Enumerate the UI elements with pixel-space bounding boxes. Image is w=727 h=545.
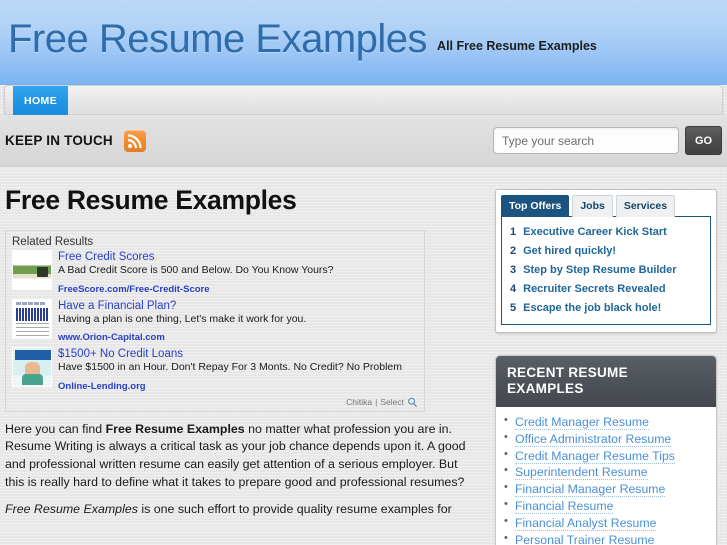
page-root: Free Resume Examples All Free Resume Exa…: [0, 0, 727, 545]
offer-link[interactable]: Step by Step Resume Builder: [523, 264, 676, 276]
ad-item: Free Credit Scores A Bad Credit Score is…: [12, 250, 418, 295]
rss-icon[interactable]: [123, 129, 146, 152]
ad-item: $1500+ No Credit Loans Have $1500 in an …: [12, 347, 418, 392]
offer-link[interactable]: Get hired quickly!: [523, 245, 616, 257]
secondary-text-italic: Free Resume Examples: [5, 502, 138, 517]
ad-url-link[interactable]: FreeScore.com/Free-Credit-Score: [58, 284, 418, 295]
list-item: Office Administrator Resume: [504, 431, 716, 448]
search-input[interactable]: [493, 127, 679, 154]
list-item: Financial Resume: [504, 498, 716, 515]
list-item: Superintendent Resume: [504, 464, 716, 481]
offer-item[interactable]: 5 Escape the job black hole!: [506, 299, 706, 318]
offer-number: 4: [510, 283, 517, 295]
ad-attribution: Chitika | Select: [12, 396, 418, 408]
recent-resume-examples-widget: RECENT RESUME EXAMPLES Credit Manager Re…: [495, 355, 717, 545]
intro-text-bold: Free Resume Examples: [105, 421, 245, 436]
list-item: Personal Trainer Resume: [504, 532, 716, 545]
widget-title: RECENT RESUME EXAMPLES: [496, 356, 716, 407]
ad-url-link[interactable]: www.Orion-Capital.com: [58, 332, 418, 343]
keep-in-touch-group: KEEP IN TOUCH: [0, 129, 146, 152]
ad-description: Have $1500 in an Hour. Don't Repay For 3…: [58, 361, 403, 374]
list-item: Credit Manager Resume Tips: [504, 448, 716, 465]
tab-top-offers[interactable]: Top Offers: [501, 195, 570, 217]
site-tagline: All Free Resume Examples: [437, 39, 597, 53]
recent-example-link[interactable]: Credit Manager Resume Tips: [515, 448, 675, 464]
top-offers-panel: 1 Executive Career Kick Start 2 Get hire…: [501, 216, 711, 325]
ad-brand-link[interactable]: Chitika: [346, 397, 372, 407]
offer-number: 2: [510, 245, 517, 257]
intro-paragraph: Here you can find Free Resume Examples n…: [5, 421, 475, 493]
recent-example-link[interactable]: Financial Manager Resume: [515, 482, 666, 498]
secondary-paragraph: Free Resume Examples is one such effort …: [5, 501, 475, 519]
search-go-button[interactable]: GO: [685, 126, 722, 155]
offer-link[interactable]: Executive Career Kick Start: [523, 226, 667, 238]
page-title: Free Resume Examples: [5, 185, 297, 215]
recent-example-link[interactable]: Personal Trainer Resume: [515, 532, 655, 545]
ad-thumbnail-icon: [12, 250, 52, 290]
offer-number: 5: [510, 302, 517, 314]
offer-item[interactable]: 1 Executive Career Kick Start: [506, 223, 706, 242]
ad-title-link[interactable]: Free Credit Scores: [58, 250, 418, 264]
ad-item: Have a Financial Plan? Having a plan is …: [12, 298, 418, 344]
tab-jobs[interactable]: Jobs: [572, 195, 613, 217]
recent-example-link[interactable]: Credit Manager Resume: [515, 414, 649, 430]
related-results-ad-block: Related Results Free Credit Scores A Bad…: [5, 230, 425, 412]
keep-in-touch-label: KEEP IN TOUCH: [5, 133, 113, 148]
ad-thumbnail-icon: [12, 298, 52, 339]
main-navigation: HOME: [4, 85, 723, 116]
recent-example-link[interactable]: Financial Analyst Resume: [515, 516, 657, 532]
search-group: GO: [493, 126, 727, 155]
ad-body: $1500+ No Credit Loans Have $1500 in an …: [58, 347, 418, 392]
recent-example-link[interactable]: Superintendent Resume: [515, 465, 648, 481]
magnifier-icon[interactable]: [407, 397, 418, 408]
ad-thumbnail-icon: [12, 347, 52, 387]
recent-examples-list: Credit Manager Resume Office Administrat…: [496, 407, 716, 545]
ad-description: A Bad Credit Score is 500 and Below. Do …: [58, 264, 334, 277]
offer-item[interactable]: 2 Get hired quickly!: [506, 242, 706, 261]
ad-url-link[interactable]: Online-Lending.org: [58, 381, 418, 392]
ad-select-link[interactable]: Select: [380, 397, 404, 407]
ad-attribution-separator: |: [375, 397, 378, 407]
offer-number: 1: [510, 226, 517, 238]
recent-example-link[interactable]: Financial Resume: [515, 499, 614, 515]
widget-tablist: Top Offers Jobs Services: [501, 195, 711, 217]
top-offers-widget: Top Offers Jobs Services 1 Executive Car…: [495, 189, 717, 333]
sidebar: Top Offers Jobs Services 1 Executive Car…: [495, 185, 717, 545]
ad-body: Have a Financial Plan? Having a plan is …: [58, 299, 418, 344]
list-item: Financial Manager Resume: [504, 481, 716, 498]
offer-number: 3: [510, 264, 517, 276]
main-column: Free Resume Examples Related Results Fre…: [5, 185, 485, 545]
offer-link[interactable]: Recruiter Secrets Revealed: [523, 283, 665, 295]
ad-title-link[interactable]: Have a Financial Plan?: [58, 299, 418, 313]
ad-body: Free Credit Scores A Bad Credit Score is…: [58, 250, 418, 295]
site-header: Free Resume Examples All Free Resume Exa…: [0, 0, 727, 85]
content-area: Free Resume Examples Related Results Fre…: [0, 167, 727, 545]
secondary-text-after: is one such effort to provide quality re…: [137, 502, 452, 517]
ad-title-link[interactable]: $1500+ No Credit Loans: [58, 347, 418, 361]
offer-item[interactable]: 4 Recruiter Secrets Revealed: [506, 280, 706, 299]
recent-example-link[interactable]: Office Administrator Resume: [515, 431, 672, 447]
related-results-heading: Related Results: [12, 236, 94, 248]
list-item: Financial Analyst Resume: [504, 515, 716, 532]
site-branding: Free Resume Examples All Free Resume Exa…: [8, 17, 597, 62]
nav-item-home[interactable]: HOME: [13, 86, 69, 116]
list-item: Credit Manager Resume: [504, 414, 716, 431]
intro-text-before: Here you can find: [5, 421, 106, 436]
tab-services[interactable]: Services: [615, 195, 676, 217]
offer-item[interactable]: 3 Step by Step Resume Builder: [506, 261, 706, 280]
site-title: Free Resume Examples: [8, 17, 428, 61]
offer-link[interactable]: Escape the job black hole!: [523, 302, 661, 314]
keep-in-touch-bar: KEEP IN TOUCH GO: [0, 115, 727, 167]
ad-description: Having a plan is one thing, Let's make i…: [58, 312, 307, 325]
